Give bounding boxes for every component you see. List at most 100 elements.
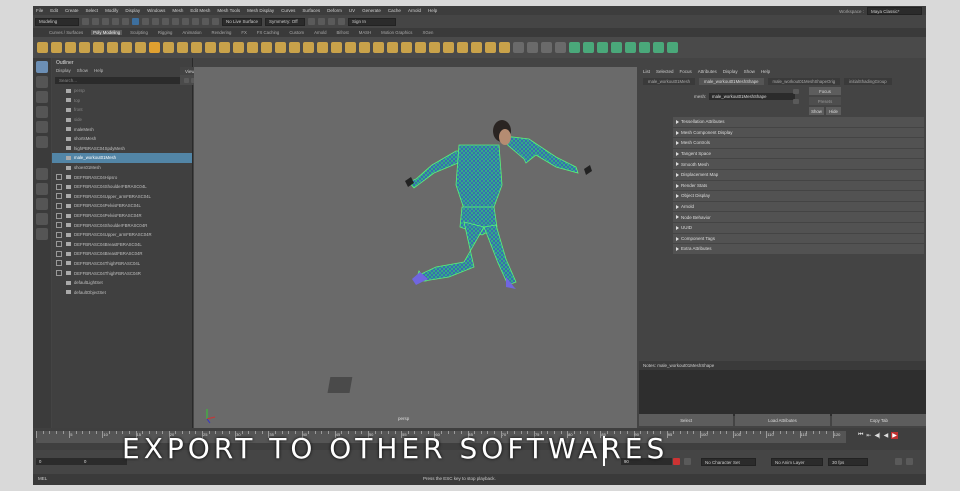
attr-menu-selected[interactable]: Selected [656, 69, 674, 74]
attr-frame-mesh-component-display[interactable]: Mesh Component Display [673, 127, 924, 138]
attr-frame-tangent-space[interactable]: Tangent Space [673, 148, 924, 159]
attr-frame-uuid[interactable]: UUID [673, 222, 924, 233]
attr-frame-node-behavior[interactable]: Node Behavior [673, 212, 924, 222]
menu-mesh[interactable]: Mesh [172, 8, 183, 13]
history-icon[interactable] [308, 18, 315, 25]
uv-auto-icon[interactable] [583, 42, 594, 53]
expand-icon[interactable] [56, 250, 62, 257]
shelf-tab-custom[interactable]: Custom [287, 30, 306, 35]
merge-icon[interactable] [303, 42, 314, 53]
play-forward-icon[interactable]: ▶ [891, 432, 898, 439]
connect-icon[interactable] [401, 42, 412, 53]
boolean-icon[interactable] [205, 42, 216, 53]
sphere-icon[interactable] [37, 42, 48, 53]
menu-uv[interactable]: UV [349, 8, 355, 13]
node-input-icon[interactable] [793, 89, 799, 94]
expand-icon[interactable] [56, 212, 62, 219]
attr-menu-focus[interactable]: Focus [680, 69, 692, 74]
expand-icon[interactable] [56, 241, 62, 248]
cone-icon[interactable] [79, 42, 90, 53]
outliner-item[interactable]: persp [52, 86, 192, 96]
select-button[interactable]: Select [639, 414, 734, 426]
shelf-tab-arnold[interactable]: Arnold [312, 30, 328, 35]
menu-edit[interactable]: Edit [50, 8, 58, 13]
torus-icon[interactable] [93, 42, 104, 53]
soft-select-icon[interactable] [555, 42, 566, 53]
outliner-item[interactable]: top [52, 96, 192, 106]
shelf-tab-bifrost[interactable]: Bifrost [335, 30, 351, 35]
uv-sew-icon[interactable] [667, 42, 678, 53]
save-icon[interactable] [92, 18, 99, 25]
hierarchy-icon[interactable] [122, 18, 129, 25]
play-backward-icon[interactable]: ◀ [884, 432, 889, 439]
shelf-tab-poly-modeling[interactable]: Poly Modeling [91, 30, 123, 35]
outliner-item[interactable]: DEFFBRASC04ShoulderFBRASC04R [52, 220, 192, 230]
quad-draw-icon[interactable] [373, 42, 384, 53]
attr-tab[interactable]: initialShadingGroup [844, 78, 892, 85]
shelf-tab-fx-caching[interactable]: FX Caching [255, 30, 281, 35]
fill-hole-icon[interactable] [275, 42, 286, 53]
wedge-icon[interactable] [443, 42, 454, 53]
outliner-item[interactable]: male_workout01Mesh [52, 153, 192, 163]
bridge-icon[interactable] [247, 42, 258, 53]
slide-edge-icon[interactable] [415, 42, 426, 53]
attr-frame-extra-attributes[interactable]: Extra Attributes [673, 244, 924, 254]
outliner-menu-show[interactable]: Show [77, 68, 88, 73]
plane-icon[interactable] [107, 42, 118, 53]
folder-icon[interactable] [82, 18, 89, 25]
select-edge-icon[interactable] [162, 18, 169, 25]
expand-icon[interactable] [56, 222, 62, 229]
poke-icon[interactable] [429, 42, 440, 53]
workspace-combo[interactable]: Maya Classic* [867, 7, 922, 15]
attr-menu-attributes[interactable]: Attributes [698, 69, 717, 74]
presets-button[interactable]: Presets [809, 97, 841, 105]
attr-frame-object-display[interactable]: Object Display [673, 191, 924, 201]
shelf-tab-rigging[interactable]: Rigging [156, 30, 175, 35]
outliner-item[interactable]: maleMesh [52, 124, 192, 134]
keyframe-icon[interactable] [684, 458, 691, 465]
menu-edit-mesh[interactable]: Edit Mesh [190, 8, 210, 13]
shelf-tab-rendering[interactable]: Rendering [210, 30, 234, 35]
attr-tab[interactable]: male_workout01MeshShapeOrig [767, 78, 841, 85]
menu-help[interactable]: Help [428, 8, 437, 13]
outliner-item[interactable]: DEFFBRASC04Hipsro [52, 172, 192, 182]
menu-deform[interactable]: Deform [327, 8, 342, 13]
menu-cache[interactable]: Cache [388, 8, 401, 13]
expand-icon[interactable] [56, 174, 62, 181]
signin-combo[interactable]: Sign In [348, 17, 396, 26]
attr-tab[interactable]: male_workout01Mesh [643, 78, 696, 85]
camera-select-icon[interactable] [184, 77, 189, 83]
persp-graph-icon[interactable] [36, 213, 48, 225]
select-face-icon[interactable] [172, 18, 179, 25]
outliner-search-input[interactable]: Search... [55, 77, 189, 84]
menu-windows[interactable]: Windows [147, 8, 165, 13]
outliner-item[interactable]: highPBRASC04SpdyMesh [52, 144, 192, 154]
component-mode-icon[interactable] [142, 18, 149, 25]
command-line[interactable]: MEL Press the ESC key to stop playback. [33, 474, 926, 485]
shelf-tab-mash[interactable]: MASH [357, 30, 373, 35]
shelf-tab-xgen[interactable]: XGen [420, 30, 435, 35]
select-tool-icon[interactable] [36, 61, 48, 73]
remesh-icon[interactable] [485, 42, 496, 53]
uv-camera-icon[interactable] [625, 42, 636, 53]
append-icon[interactable] [289, 42, 300, 53]
select-vertex-icon[interactable] [152, 18, 159, 25]
outliner-item[interactable]: DEFFBRASC04ThighFBRASC04L [52, 259, 192, 269]
collapse-icon[interactable] [317, 42, 328, 53]
extrude-icon[interactable] [233, 42, 244, 53]
reduce-icon[interactable] [471, 42, 482, 53]
outliner-item[interactable]: DEFFBRASC04ThighFBRASC04R [52, 268, 192, 278]
paint-tool-icon[interactable] [36, 91, 48, 103]
expand-icon[interactable] [56, 183, 62, 190]
cube-icon[interactable] [51, 42, 62, 53]
node-output-icon[interactable] [793, 99, 799, 104]
shelf-tab-curves-surfaces[interactable]: Curves / Surfaces [47, 30, 85, 35]
outliner-item[interactable]: defaultObjectSet [52, 287, 192, 297]
outliner-item[interactable]: DEFFBRASC04BreastFBRASC04L [52, 240, 192, 250]
menu-generate[interactable]: Generate [362, 8, 381, 13]
attr-frame-smooth-mesh[interactable]: Smooth Mesh [673, 159, 924, 169]
attr-frame-tessellation-attributes[interactable]: Tessellation Attributes [673, 117, 924, 127]
expand-icon[interactable] [56, 260, 62, 267]
menu-file[interactable]: File [36, 8, 43, 13]
expand-icon[interactable] [56, 270, 62, 277]
